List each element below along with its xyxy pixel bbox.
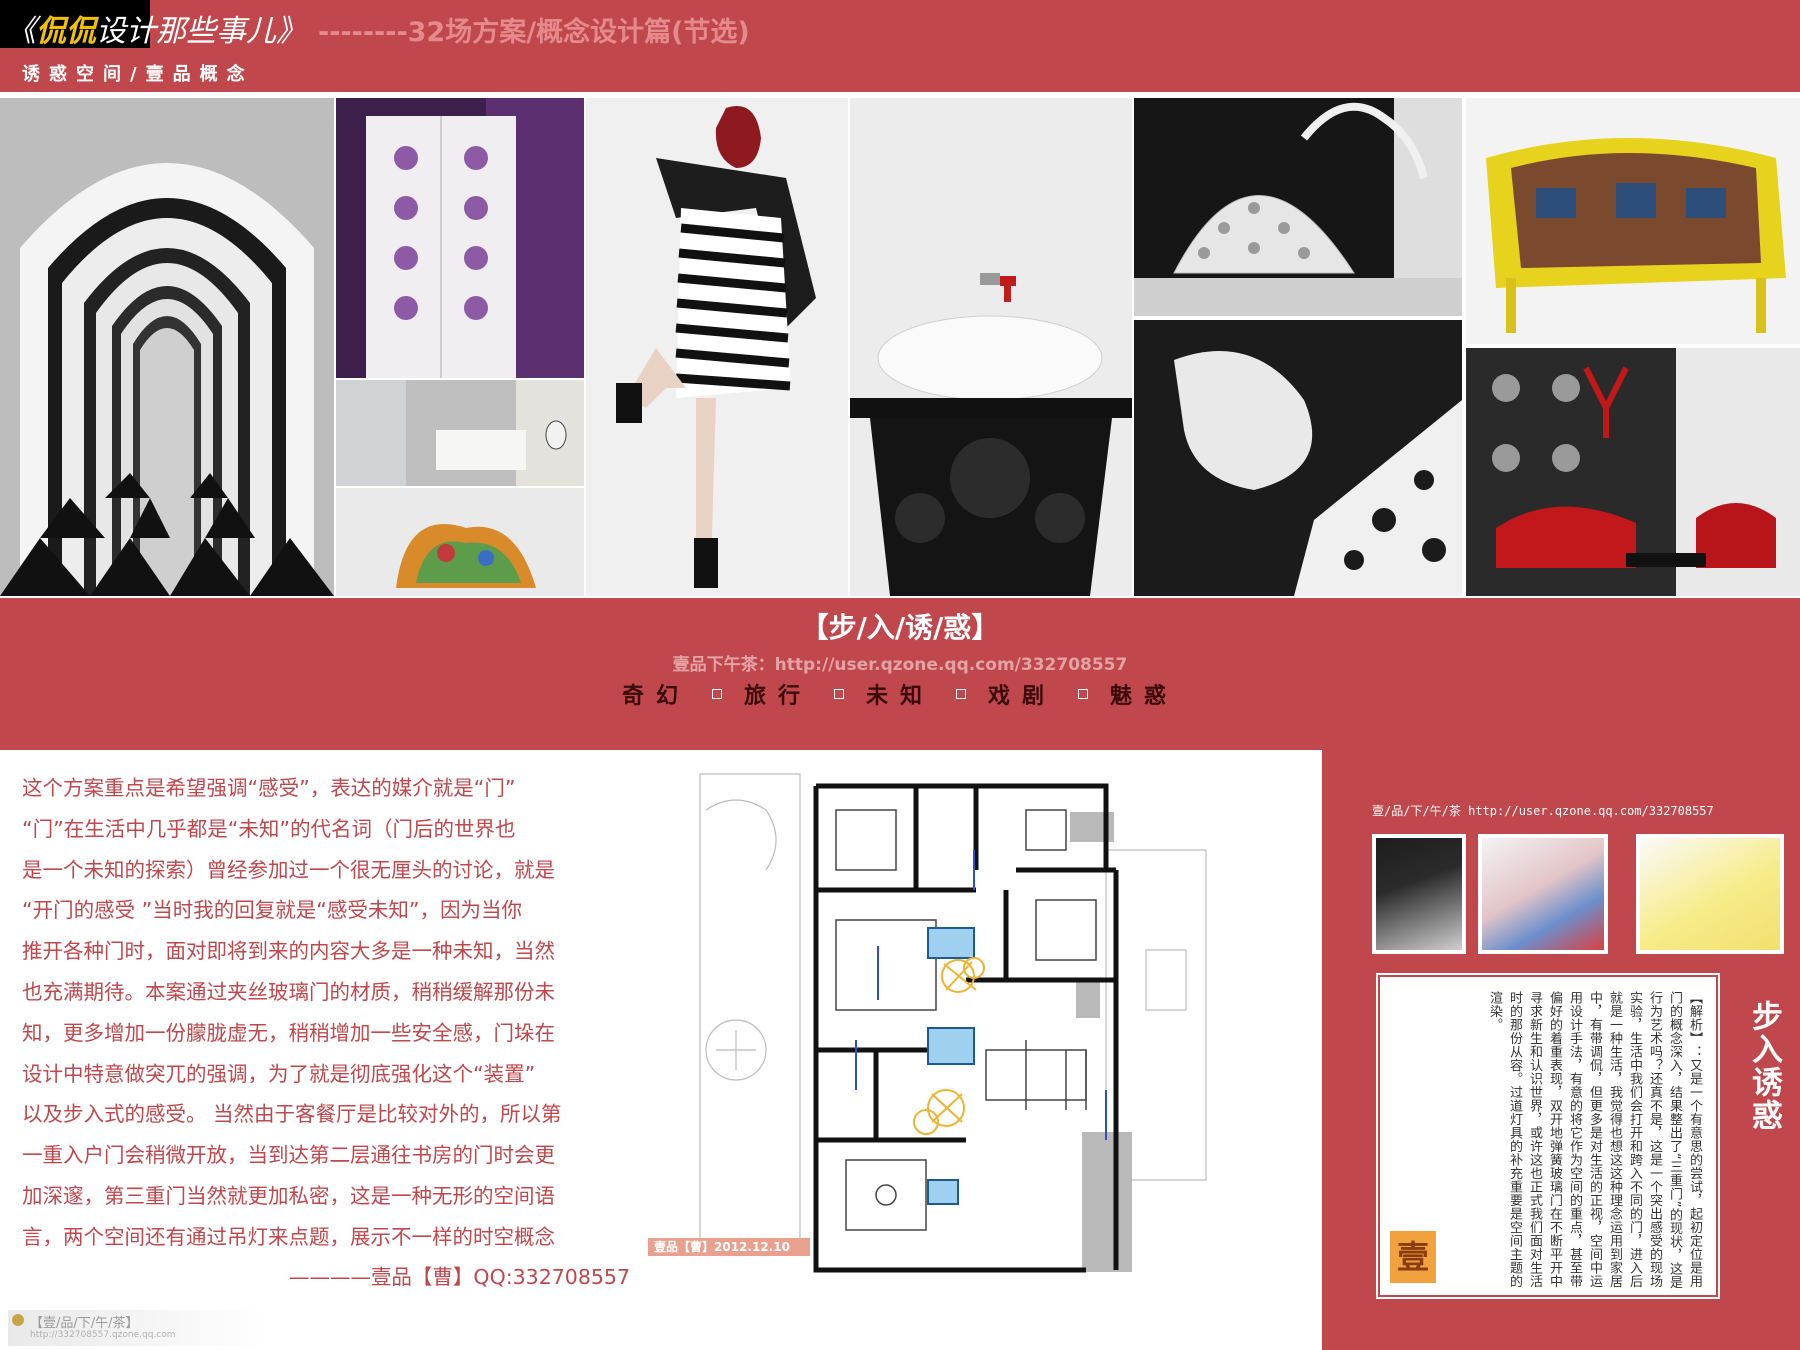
description-line: 加深邃，第三重门当然就更加私密，这是一种无形的空间语 [22,1183,555,1208]
header-bar: 《侃侃设计那些事儿》 --------32场方案/概念设计篇(节选) 诱惑空间/… [0,0,1800,92]
thumbnail-image [1640,838,1780,950]
description-line: 设计中特意做突兀的强调，为了就是彻底强化这个“装置” [22,1061,536,1086]
photo-washbasin [850,98,1132,596]
panel-url: 壹/品/下/午/茶 http://user.qzone.qq.com/33270… [1372,804,1714,818]
concept-band: 【步/入/诱/惑】 壹品下午茶：http://user.qzone.qq.com… [0,598,1800,750]
photo-colorful-chair [336,488,584,596]
concept-title: 【步/入/诱/惑】 [800,611,1000,644]
description-panel: 这个方案重点是希望强调“感受”，表达的媒介就是“门” “门”在生活中几乎都是“未… [0,750,640,1350]
title-open: 《 [6,14,36,49]
description-line: 知，更多增加一份朦胧虚无，稍稍增加一些安全感，门垛在 [22,1020,555,1045]
mood-photo-strip [0,98,1800,596]
photo-arch-corridor [0,98,334,596]
watermark: 【壹/品/下/午/茶】 http://332708557.qzone.qq.co… [8,1310,268,1346]
description-line: 推开各种门时，面对即将到来的内容大多是一种未知，当然 [22,939,555,964]
title-rest: 设计那些事儿》 [96,14,306,49]
description-line: “门”在生活中几乎都是“未知”的代名词（门后的世界也 [22,816,516,841]
description-line: 是一个未知的探索）曾经参加过一个很无厘头的讨论，就是 [22,857,555,882]
thumbnail-photo-lamp [1372,834,1466,954]
vertical-title: 步入诱惑 [1746,1000,1782,1132]
keyword: 旅行 [743,684,812,709]
description-line: 以及步入式的感受。 当然由于客餐厅是比较对外的，所以第 [22,1102,562,1127]
keyword: 未知 [865,684,934,709]
description-line: 也充满期待。本案通过夹丝玻璃门的材质，稍稍缓解那份未 [22,979,555,1004]
watermark-title: 【壹/品/下/午/茶】 [30,1316,139,1331]
separator-square-icon [956,689,966,699]
separator-square-icon [833,689,844,699]
watermark-url: http://332708557.qzone.qq.com [30,1330,176,1340]
photo-red-lounge [1466,348,1800,596]
thumbnail-image [1376,838,1462,950]
thumbnail-photo-card [1636,834,1784,954]
author-signature: ————壹品【曹】QQ:332708557 [288,1265,630,1289]
keyword-row: 奇幻 旅行 未知 戏剧 魅惑 [0,678,1800,710]
photo-lace-lamp [1134,98,1462,316]
description-line: “开门的感受 ”当时我的回复就是“感受未知”，因为当你 [22,898,522,923]
separator-square-icon [711,689,722,699]
keyword: 奇幻 [621,684,690,709]
photo-damask-bird [1134,320,1462,596]
thumbnail-photo-pens [1478,834,1608,954]
description-line: 言，两个空间还有通过吊灯来点题，展示不一样的时空概念 [22,1224,555,1249]
keyword: 魅惑 [1110,684,1179,709]
photo-yellow-sofa [1466,98,1800,344]
photo-bedroom [336,380,584,486]
description-line: 这个方案重点是希望强调“感受”，表达的媒介就是“门” [22,776,516,800]
watermark-logo-icon [12,1314,24,1326]
photo-porthole-door [336,98,584,378]
floor-plan [646,750,1322,1320]
separator-square-icon [1078,689,1089,699]
analysis-note: 【解析】：又是一个有意思的尝试，起初定位是用门的概念深入，结果整出了“三重门”的… [1376,973,1720,1299]
photo-fashion-model [586,98,848,596]
title-highlight: 侃侃 [36,14,96,49]
description-paragraph: 这个方案重点是希望强调“感受”，表达的媒介就是“门” “门”在生活中几乎都是“未… [22,768,634,1258]
seal-stamp: 壹 [1390,1231,1436,1283]
description-line: 一重入户门会稍微开放，当到达第二层通往书房的门时会更 [22,1143,555,1168]
section-subtitle: 诱惑空间/壹品概念 [22,64,254,85]
plan-date-label: 壹品【曹】2012.12.10 [648,1238,810,1256]
blog-url: 壹品下午茶：http://user.qzone.qq.com/332708557 [672,655,1128,675]
thumbnail-image [1482,838,1604,950]
episode-title: --------32场方案/概念设计篇(节选) [318,17,750,48]
series-title: 《侃侃设计那些事儿》 [6,6,306,50]
keyword: 戏剧 [988,684,1057,709]
analysis-text: 【解析】：又是一个有意思的尝试，起初定位是用门的概念深入，结果整出了“三重门”的… [1487,991,1702,1289]
